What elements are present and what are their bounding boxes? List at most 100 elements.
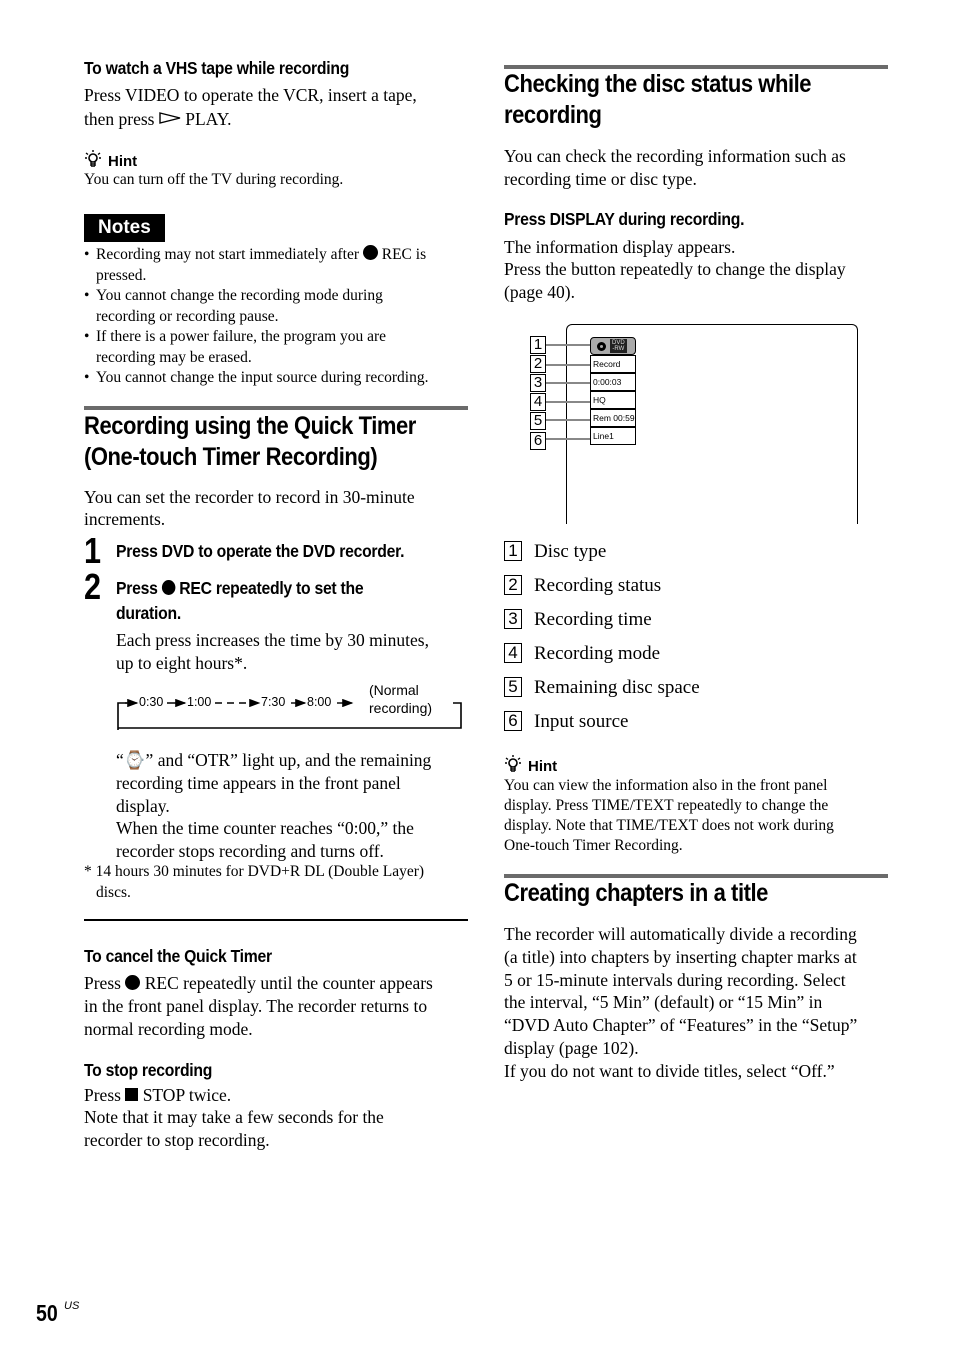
legend-number: 6 — [504, 711, 522, 731]
osd-recording-time: 0:00:03 — [590, 373, 636, 391]
osd-remaining-space: Rem 00:59 — [590, 409, 636, 427]
callout-leader — [546, 364, 592, 366]
stop-line-1-post: STOP twice. — [138, 1085, 232, 1105]
after-flow-1: “⌚” and “OTR” light up, and the remainin… — [116, 750, 432, 770]
flow-step: 7:30 — [261, 695, 286, 709]
legend-label: Disc type — [534, 540, 607, 562]
footnote-1: * 14 hours 30 minutes for DVD+R DL (Doub… — [84, 863, 425, 880]
stop-heading: To stop recording — [84, 1060, 213, 1080]
note-text: recording may be erased. — [96, 348, 252, 366]
quick-timer-intro-1: You can set the recorder to record in 30… — [84, 487, 415, 507]
disc-type-badge: DVD -RW — [590, 337, 636, 355]
callout-leader — [546, 419, 592, 421]
legend-number: 5 — [504, 677, 522, 697]
stop-line-3: recorder to stop recording. — [84, 1130, 270, 1150]
disc-status-title-1: Checking the disc status while — [504, 70, 812, 98]
display-body-1: The information display appears. — [504, 237, 736, 257]
dvd-rw-label-bottom: -RW — [612, 346, 625, 352]
vhs-line-2-pre: then press — [84, 109, 159, 129]
play-icon — [159, 107, 181, 130]
disc-status-title-2: recording — [504, 101, 602, 129]
hint-2-line-4: One-touch Timer Recording. — [504, 837, 683, 854]
chapters-title: Creating chapters in a title — [504, 879, 768, 907]
note-text: Recording may not start immediately afte… — [96, 246, 363, 263]
flow-step: 8:00 — [307, 695, 332, 709]
legend-label: Recording time — [534, 608, 652, 630]
step-2-body-2: up to eight hours*. — [116, 653, 248, 673]
region-code: US — [64, 1300, 80, 1312]
osd-input-source: Line1 — [590, 427, 636, 445]
osd-recording-status: Record — [590, 355, 636, 373]
vhs-line-2: then press PLAY. — [84, 107, 231, 131]
callout-leader — [546, 438, 592, 440]
hint-2-line-1: You can view the information also in the… — [504, 777, 828, 794]
callout-leader — [546, 344, 592, 346]
legend-label: Recording status — [534, 574, 662, 596]
disc-status-intro-2: recording time or disc type. — [504, 169, 697, 189]
legend-label: Remaining disc space — [534, 676, 700, 698]
disc-status-intro-1: You can check the recording information … — [504, 146, 846, 166]
note-item: Recording may not start immediately afte… — [84, 245, 474, 286]
osd-recording-mode: HQ — [590, 391, 636, 409]
hint-2-line-2: display. Press TIME/TEXT repeatedly to c… — [504, 797, 829, 814]
note-text: REC is — [377, 246, 427, 263]
hint-2-label: Hint — [528, 758, 558, 775]
rec-icon — [125, 975, 141, 990]
legend-number: 2 — [504, 575, 522, 595]
cancel-line-3: normal recording mode. — [84, 1019, 253, 1039]
display-legend: 1 Disc type 2 Recording status 3 Recording … — [504, 538, 884, 738]
flow-step: 1:00 — [187, 695, 212, 709]
page-number: 50 US — [36, 1300, 79, 1326]
legend-label: Recording mode — [534, 642, 661, 664]
legend-item: 5 Remaining disc space — [504, 675, 700, 699]
step-2-text-post: REC repeatedly to set the — [175, 578, 364, 598]
after-flow-4: When the time counter reaches “0:00,” th… — [116, 818, 414, 838]
cancel-line-1: Press REC repeatedly until the counter a… — [84, 972, 433, 995]
vhs-heading: To watch a VHS tape while recording — [84, 58, 350, 78]
callout-number: 6 — [530, 432, 546, 450]
cancel-line-1-post: REC repeatedly until the counter appears — [140, 973, 433, 993]
stop-line-1: Press STOP twice. — [84, 1084, 231, 1107]
section-rule — [84, 406, 468, 410]
legend-label: Input source — [534, 710, 629, 732]
legend-item: 4 Recording mode — [504, 641, 660, 665]
legend-number: 4 — [504, 643, 522, 663]
step-2-text-pre: Press — [116, 578, 162, 598]
osd-panel: DVD -RW Record 0:00:03 HQ Rem 00:59 Line1 — [590, 337, 638, 447]
chapters-line-4: the interval, “5 Min” (default) or “15 M… — [504, 992, 823, 1012]
note-text: If there is a power failure, the program… — [96, 328, 387, 345]
callout-number: 4 — [530, 393, 546, 411]
note-text: recording or recording pause. — [96, 307, 279, 325]
after-flow-5: recorder stops recording and turns off. — [116, 841, 384, 861]
flow-end-1: (Normal — [369, 682, 419, 698]
step-2-body-1: Each press increases the time by 30 minu… — [116, 630, 429, 650]
chapters-line-7: If you do not want to divide titles, sel… — [504, 1061, 835, 1081]
legend-number: 3 — [504, 609, 522, 629]
info-display-illustration: 1 2 3 4 5 6 DVD -RW Record 0:00:03 HQ Rem… — [528, 324, 860, 524]
hint-2-line-3: display. Note that TIME/TEXT does not wo… — [504, 817, 834, 834]
chapters-line-6: display (page 102). — [504, 1038, 639, 1058]
flow-end-2: recording) — [369, 700, 433, 716]
step-1-number: 1 — [84, 530, 102, 571]
legend-number: 1 — [504, 541, 522, 561]
hint-1-label: Hint — [108, 153, 138, 170]
stop-icon — [125, 1088, 139, 1101]
legend-item: 6 Input source — [504, 709, 628, 733]
callout-number: 2 — [530, 355, 546, 373]
divider — [84, 919, 468, 921]
dvd-rw-label: DVD -RW — [610, 339, 627, 353]
callout-leader — [546, 382, 592, 384]
cancel-line-2: in the front panel display. The recorder… — [84, 996, 428, 1016]
callout-number: 5 — [530, 412, 546, 430]
step-2-text: Press REC repeatedly to set the — [116, 578, 364, 599]
legend-item: 2 Recording status — [504, 573, 661, 597]
timer-flow-diagram: 0:30 1:00 7:30 8:00 (Normal recording) — [117, 682, 463, 730]
cancel-heading: To cancel the Quick Timer — [84, 946, 272, 966]
after-flow-2: recording time appears in the front pane… — [116, 773, 401, 793]
cancel-line-1-pre: Press — [84, 973, 126, 993]
vhs-line-1: Press VIDEO to operate the VCR, insert a… — [84, 85, 417, 105]
chapters-line-2: (a title) into chapters by inserting cha… — [504, 947, 857, 967]
callout-number: 1 — [530, 336, 546, 354]
chapters-line-5: “DVD Auto Chapter” of “Features” in the … — [504, 1015, 858, 1035]
note-item: If there is a power failure, the program… — [84, 327, 474, 368]
